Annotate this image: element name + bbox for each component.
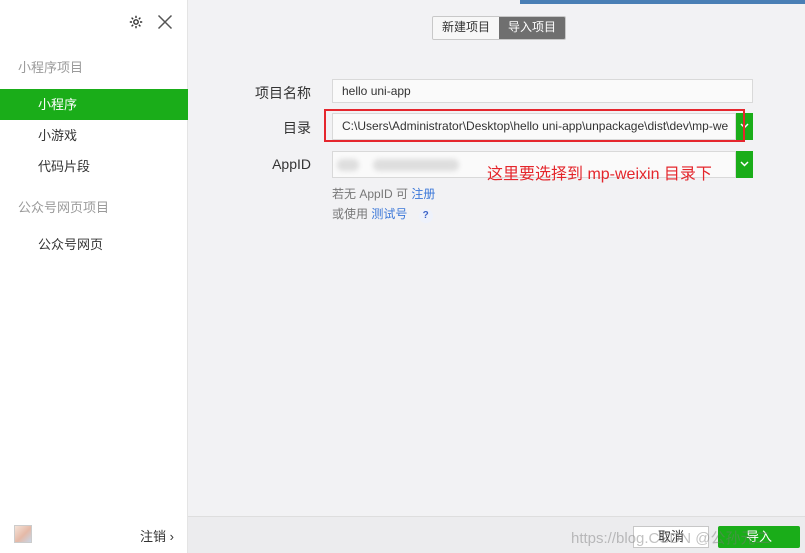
bottom-bar [188, 516, 805, 553]
section-title-miniprogram: 小程序项目 [18, 60, 84, 75]
chevron-down-icon [740, 123, 749, 129]
sidebar-item-miniprogram[interactable]: 小程序 [0, 89, 188, 120]
chevron-down-icon [740, 161, 749, 167]
appid-label: AppID [272, 156, 311, 172]
appid-dropdown-button[interactable] [736, 151, 753, 178]
test-account-link[interactable]: 测试号 [371, 207, 407, 221]
sidebar-item-official-webpage[interactable]: 公众号网页 [0, 229, 188, 260]
annotation-text: 这里要选择到 mp-weixin 目录下 [487, 166, 712, 183]
avatar[interactable] [14, 525, 32, 543]
sidebar-toolbar [129, 14, 173, 30]
hint-register: 若无 AppID 可 注册 [332, 185, 435, 202]
project-mode-tabs: 新建项目 导入项目 [432, 16, 567, 40]
tab-new-project[interactable]: 新建项目 [433, 17, 500, 39]
sidebar: 小程序项目 小程序 小游戏 代码片段 公众号网页项目 公众号网页 注销 › [0, 0, 188, 553]
sidebar-footer: 注销 › [0, 517, 188, 553]
register-link[interactable]: 注册 [411, 187, 435, 201]
project-name-label: 项目名称 [255, 85, 311, 101]
tab-import-project[interactable]: 导入项目 [499, 17, 566, 39]
project-name-input[interactable]: hello uni-app [332, 79, 753, 103]
section-title-official-account: 公众号网页项目 [18, 200, 110, 215]
sidebar-item-minigame[interactable]: 小游戏 [0, 120, 188, 151]
obscured-appid [373, 159, 459, 171]
hint-test-account: 或使用 测试号 ? [332, 205, 433, 223]
logout-link[interactable]: 注销 › [140, 526, 174, 545]
directory-label: 目录 [283, 120, 311, 136]
help-icon[interactable]: ? [418, 209, 433, 223]
directory-dropdown-button[interactable] [736, 113, 753, 140]
gear-icon[interactable] [129, 15, 143, 29]
sidebar-item-code-snippet[interactable]: 代码片段 [0, 151, 188, 182]
import-button[interactable]: 导入 [718, 526, 800, 548]
cancel-button[interactable]: 取消 [633, 526, 709, 548]
directory-input[interactable]: C:\Users\Administrator\Desktop\hello uni… [332, 113, 736, 140]
window-top-strip [520, 0, 805, 4]
hint-test-account-text: 或使用 [332, 207, 369, 221]
close-icon[interactable] [157, 14, 173, 30]
hint-register-text: 若无 AppID 可 [332, 187, 409, 201]
obscured-appid [337, 159, 359, 171]
